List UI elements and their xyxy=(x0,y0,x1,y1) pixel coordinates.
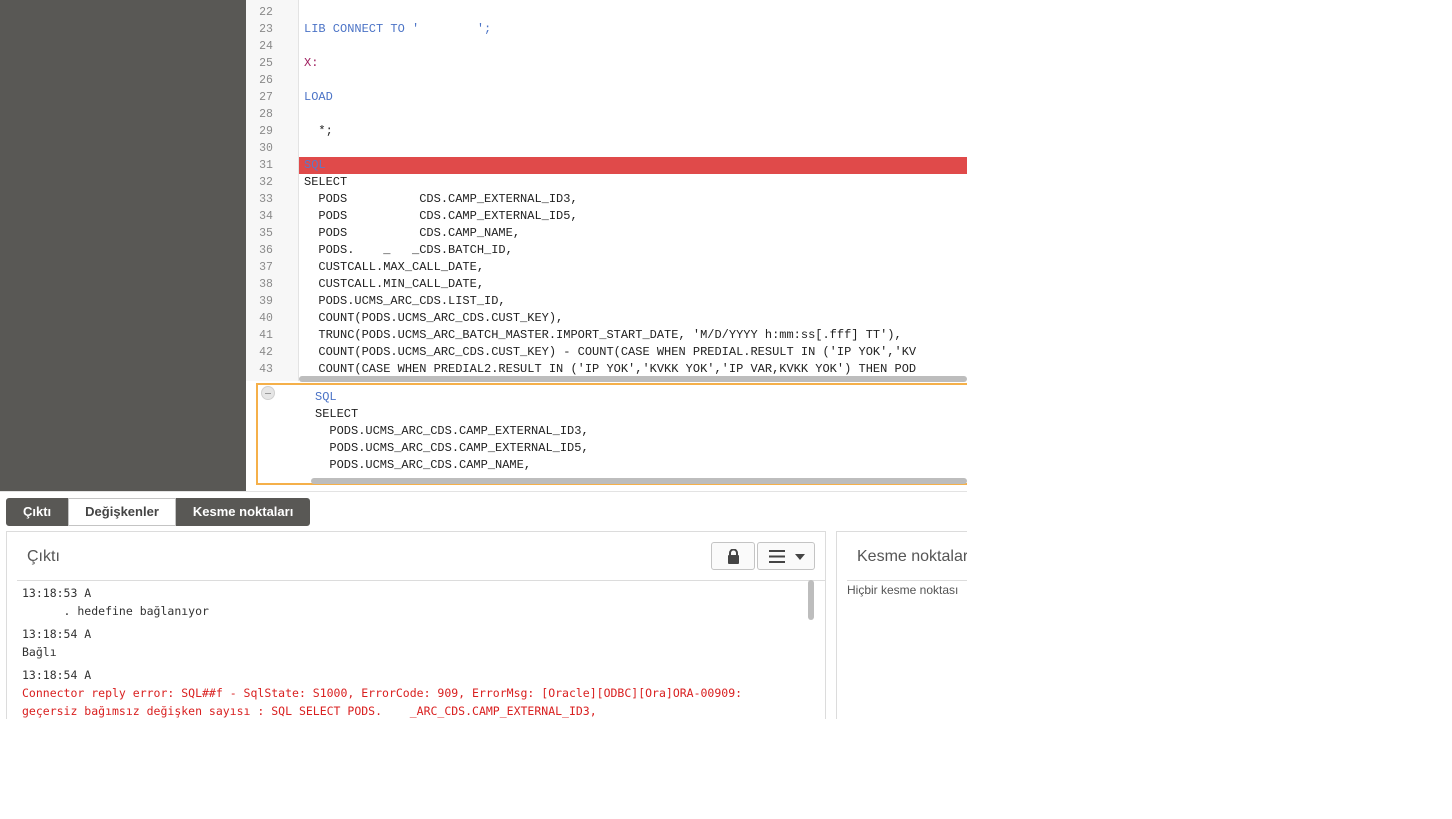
code-text: LIB CONNECT TO ' '; xyxy=(304,22,492,36)
line-number: 24 xyxy=(259,40,273,53)
code-line[interactable]: 37 CUSTCALL.MAX_CALL_DATE, xyxy=(246,259,967,276)
code-line[interactable]: 28 xyxy=(246,106,967,123)
lock-button[interactable] xyxy=(711,542,755,570)
output-title: Çıktı xyxy=(27,548,60,565)
line-number: 39 xyxy=(259,295,273,308)
preview-horizontal-scrollbar[interactable] xyxy=(311,478,967,484)
preview-code-line: SELECT xyxy=(315,407,359,421)
line-number: 36 xyxy=(259,244,273,257)
line-number: 23 xyxy=(259,23,273,36)
code-line[interactable]: 29 *; xyxy=(246,123,967,140)
code-text: COUNT(PODS.UCMS_ARC_CDS.CUST_KEY) - COUN… xyxy=(304,345,917,359)
chevron-down-icon xyxy=(795,554,805,560)
code-preview-box: SQL SELECT PODS.UCMS_ARC_CDS.CAMP_EXTERNA… xyxy=(256,383,967,485)
log-error-message: geçersiz bağımsız değişken sayısı : SQL … xyxy=(22,704,597,718)
log-timestamp: 13:18:54 A xyxy=(22,668,92,682)
line-number: 32 xyxy=(259,176,273,189)
code-text: LOAD xyxy=(304,90,333,104)
output-menu-button[interactable] xyxy=(757,542,815,570)
code-line[interactable]: 23 LIB CONNECT TO ' '; xyxy=(246,21,967,38)
code-line[interactable]: 35 PODS CDS.CAMP_NAME, xyxy=(246,225,967,242)
line-number: 38 xyxy=(259,278,273,291)
code-text: PODS. _ _CDS.BATCH_ID, xyxy=(304,243,513,257)
line-number: 29 xyxy=(259,125,273,138)
code-line[interactable]: 22 xyxy=(246,4,967,21)
line-number: 42 xyxy=(259,346,273,359)
log-message: . hedefine bağlanıyor xyxy=(22,604,209,618)
output-header-separator xyxy=(17,580,825,581)
script-editor[interactable]: 22 23 LIB CONNECT TO ' '; 24 25 X: 26 27 LOAD 28 2… xyxy=(246,0,967,381)
code-text: *; xyxy=(304,124,333,138)
code-line[interactable]: 38 CUSTCALL.MIN_CALL_DATE, xyxy=(246,276,967,293)
editor-horizontal-scrollbar[interactable] xyxy=(299,376,967,382)
divider xyxy=(0,491,967,492)
output-log: 13:18:53 A . hedefine bağlanıyor 13:18:54… xyxy=(22,584,802,719)
code-text: CUSTCALL.MAX_CALL_DATE, xyxy=(304,260,485,274)
preview-code-line: PODS.UCMS_ARC_CDS.CAMP_EXTERNAL_ID3, xyxy=(315,424,589,438)
line-number: 33 xyxy=(259,193,273,206)
line-number: 31 xyxy=(259,159,273,172)
preview-code-line: SQL xyxy=(315,390,337,404)
log-timestamp: 13:18:53 A xyxy=(22,586,92,600)
code-line[interactable]: 24 xyxy=(246,38,967,55)
bottom-tabs: Çıktı Değişkenler Kesme noktaları xyxy=(6,498,311,526)
line-number: 25 xyxy=(259,57,273,70)
line-number: 26 xyxy=(259,74,273,87)
tab-breakpoints[interactable]: Kesme noktaları xyxy=(175,498,311,526)
tab-output[interactable]: Çıktı xyxy=(6,498,69,526)
code-line[interactable]: 39 PODS.UCMS_ARC_CDS.LIST_ID, xyxy=(246,293,967,310)
collapse-icon[interactable] xyxy=(261,386,275,400)
code-text: SELECT xyxy=(304,175,348,189)
code-text: X: xyxy=(304,56,319,70)
code-line[interactable]: 26 xyxy=(246,72,967,89)
code-line[interactable]: 42 COUNT(PODS.UCMS_ARC_CDS.CUST_KEY) - C… xyxy=(246,344,967,361)
code-line[interactable]: 33 PODS CDS.CAMP_EXTERNAL_ID3, xyxy=(246,191,967,208)
preview-code-line: PODS.UCMS_ARC_CDS.CAMP_NAME, xyxy=(315,458,532,472)
code-text: PODS CDS.CAMP_EXTERNAL_ID3, xyxy=(304,192,578,206)
breakpoints-panel: Kesme noktaları Hiçbir kesme noktası xyxy=(836,531,967,719)
log-message: Bağlı xyxy=(22,645,57,659)
error-line-highlight xyxy=(299,157,967,174)
code-line[interactable]: 27 LOAD xyxy=(246,89,967,106)
line-number: 37 xyxy=(259,261,273,274)
code-line[interactable]: 34 PODS CDS.CAMP_EXTERNAL_ID5, xyxy=(246,208,967,225)
code-text: PODS.UCMS_ARC_CDS.LIST_ID, xyxy=(304,294,506,308)
tab-variables[interactable]: Değişkenler xyxy=(68,498,176,526)
scrollbar-thumb[interactable] xyxy=(808,580,814,620)
line-number: 34 xyxy=(259,210,273,223)
line-number: 35 xyxy=(259,227,273,240)
log-timestamp: 13:18:54 A xyxy=(22,627,92,641)
code-text: PODS CDS.CAMP_EXTERNAL_ID5, xyxy=(304,209,578,223)
line-number: 30 xyxy=(259,142,273,155)
line-number: 41 xyxy=(259,329,273,342)
menu-icon xyxy=(769,550,785,563)
lock-icon xyxy=(728,549,739,564)
line-number: 43 xyxy=(259,363,273,376)
preview-code-line: PODS.UCMS_ARC_CDS.CAMP_EXTERNAL_ID5, xyxy=(315,441,589,455)
line-number: 27 xyxy=(259,91,273,104)
line-number: 40 xyxy=(259,312,273,325)
output-panel: Çıktı 13:18:53 A . hedefine bağlanıyor 13… xyxy=(6,531,826,719)
code-line[interactable]: 25 X: xyxy=(246,55,967,72)
breakpoints-empty-text: Hiçbir kesme noktası xyxy=(847,583,959,597)
code-line[interactable]: 32 SELECT xyxy=(246,174,967,191)
log-error-message: Connector reply error: SQL##f - SqlState… xyxy=(22,686,743,700)
code-text: PODS CDS.CAMP_NAME, xyxy=(304,226,521,240)
code-line[interactable]: 40 COUNT(PODS.UCMS_ARC_CDS.CUST_KEY), xyxy=(246,310,967,327)
breakpoints-header-separator xyxy=(847,580,967,581)
code-line[interactable]: 36 PODS. _ _CDS.BATCH_ID, xyxy=(246,242,967,259)
code-text: SQL xyxy=(304,158,326,172)
code-text: CUSTCALL.MIN_CALL_DATE, xyxy=(304,277,485,291)
code-line[interactable]: 30 xyxy=(246,140,967,157)
sidebar-panel xyxy=(0,0,246,491)
code-text: TRUNC(PODS.UCMS_ARC_BATCH_MASTER.IMPORT_… xyxy=(304,328,902,342)
code-text: COUNT(PODS.UCMS_ARC_CDS.CUST_KEY), xyxy=(304,311,564,325)
code-line[interactable]: 41 TRUNC(PODS.UCMS_ARC_BATCH_MASTER.IMPO… xyxy=(246,327,967,344)
line-number: 22 xyxy=(259,6,273,19)
output-vertical-scrollbar[interactable] xyxy=(807,580,815,719)
line-number: 28 xyxy=(259,108,273,121)
breakpoints-title: Kesme noktaları xyxy=(857,548,967,565)
code-line[interactable]: 31 SQL xyxy=(246,157,967,174)
